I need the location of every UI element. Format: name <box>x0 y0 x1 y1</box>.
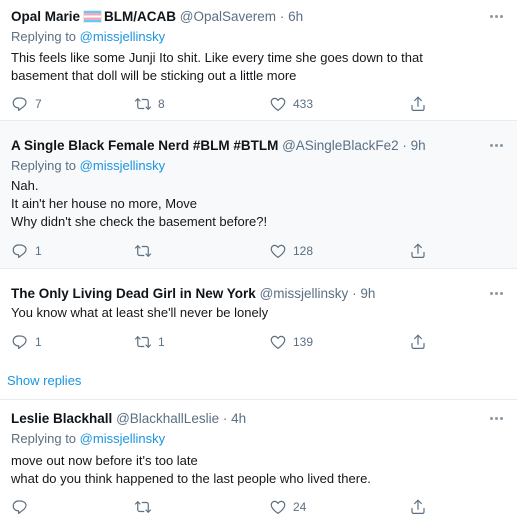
retweet-icon <box>134 498 152 516</box>
tweet-header: The Only Living Dead Girl in New York @m… <box>11 286 375 302</box>
show-replies-link[interactable]: Show replies <box>7 373 81 388</box>
replying-to-mention[interactable]: @missjellinsky <box>80 431 165 446</box>
tweet-header: Opal Marie BLM/ACAB @OpalSaverem · 6h <box>11 9 303 25</box>
reply-button[interactable]: 1 <box>11 241 42 261</box>
replying-to-mention[interactable]: @missjellinsky <box>80 158 165 173</box>
tweet-text: move out now before it's too late what d… <box>11 452 499 488</box>
author-name[interactable]: Opal Marie <box>11 9 80 24</box>
tweet-header: Leslie Blackhall @BlackhallLeslie · 4h <box>11 411 246 427</box>
reply-button[interactable] <box>11 497 35 517</box>
tweet-text-line: You know what at least she'll never be l… <box>11 305 269 320</box>
tweet-actions: 7 8 433 <box>11 94 517 114</box>
author-handle[interactable]: @ASingleBlackFe2 <box>282 138 399 153</box>
author-handle[interactable]: @BlackhallLeslie <box>116 411 219 426</box>
like-count: 128 <box>293 244 314 258</box>
replying-to-label: Replying to <box>11 431 77 446</box>
heart-icon <box>269 242 287 260</box>
separator: · <box>352 286 357 301</box>
like-button[interactable]: 128 <box>269 241 313 261</box>
tweet-text-line: It ain't her house no more, Move <box>11 196 198 211</box>
replying-to: Replying to @missjellinsky <box>11 431 165 447</box>
timestamp[interactable]: 4h <box>231 411 246 426</box>
like-count: 139 <box>293 335 314 349</box>
reply-count: 1 <box>35 244 42 258</box>
more-icon[interactable] <box>487 413 505 423</box>
like-button[interactable]: 24 <box>269 497 306 517</box>
tweet-text-line: This feels like some Junji Ito shit. Lik… <box>11 50 423 65</box>
timestamp[interactable]: 9h <box>411 138 426 153</box>
tweet-actions: 24 <box>11 497 517 517</box>
tweet-text-line: move out now before it's too late <box>11 453 198 468</box>
share-icon <box>409 333 427 351</box>
tweet[interactable]: Opal Marie BLM/ACAB @OpalSaverem · 6h Rep… <box>0 0 517 121</box>
tweet-text-line: Why didn't she check the basement before… <box>11 214 268 229</box>
like-count: 24 <box>293 500 307 514</box>
share-icon <box>409 95 427 113</box>
replying-to-label: Replying to <box>11 29 77 44</box>
like-button[interactable]: 433 <box>269 94 313 114</box>
separator: · <box>279 9 285 24</box>
retweet-icon <box>134 95 152 113</box>
retweet-button[interactable] <box>134 241 158 261</box>
author-name[interactable]: Leslie Blackhall <box>11 411 112 426</box>
reply-icon <box>11 333 29 351</box>
author-name[interactable]: A Single Black Female Nerd #BLM #BTLM <box>11 138 278 153</box>
retweet-button[interactable]: 8 <box>134 94 165 114</box>
retweet-button[interactable]: 1 <box>134 332 165 352</box>
share-button[interactable] <box>409 241 427 261</box>
like-button[interactable]: 139 <box>269 332 313 352</box>
like-count: 433 <box>293 97 314 111</box>
reply-icon <box>11 95 29 113</box>
separator: · <box>222 411 228 426</box>
tweet[interactable]: Leslie Blackhall @BlackhallLeslie · 4h R… <box>0 400 517 529</box>
tweet-actions: 1 128 <box>11 241 517 261</box>
reply-button[interactable]: 1 <box>11 332 42 352</box>
tweet-text-line: Nah. <box>11 178 39 193</box>
tweet-text-line: basement that doll will be sticking out … <box>11 68 297 83</box>
reply-icon <box>11 242 29 260</box>
author-name-suffix[interactable]: BLM/ACAB <box>104 9 176 24</box>
retweet-icon <box>134 242 152 260</box>
more-icon[interactable] <box>487 288 505 298</box>
retweet-button[interactable] <box>134 497 158 517</box>
author-handle[interactable]: @missjellinsky <box>260 286 349 301</box>
replying-to-mention[interactable]: @missjellinsky <box>80 29 165 44</box>
more-icon[interactable] <box>487 140 505 150</box>
tweet-header: A Single Black Female Nerd #BLM #BTLM @A… <box>11 138 426 154</box>
replying-to: Replying to @missjellinsky <box>11 29 165 45</box>
tweet-text: You know what at least she'll never be l… <box>11 304 499 322</box>
reply-button[interactable]: 7 <box>11 94 42 114</box>
share-icon <box>409 242 427 260</box>
retweet-count: 8 <box>158 97 165 111</box>
tweet-text: Nah. It ain't her house no more, Move Wh… <box>11 177 499 231</box>
tweet[interactable]: The Only Living Dead Girl in New York @m… <box>0 269 517 400</box>
heart-icon <box>269 95 287 113</box>
share-button[interactable] <box>409 94 427 114</box>
retweet-icon <box>134 333 152 351</box>
share-button[interactable] <box>409 497 427 517</box>
tweet-text: This feels like some Junji Ito shit. Lik… <box>11 49 499 85</box>
tweet-text-line: what do you think happened to the last p… <box>11 471 371 486</box>
timestamp[interactable]: 9h <box>360 286 375 301</box>
replying-to-label: Replying to <box>11 158 77 173</box>
heart-icon <box>269 333 287 351</box>
more-icon[interactable] <box>487 11 505 21</box>
separator: · <box>402 138 407 153</box>
reply-count: 1 <box>35 335 42 349</box>
reply-count: 7 <box>35 97 42 111</box>
tweet[interactable]: A Single Black Female Nerd #BLM #BTLM @A… <box>0 121 517 269</box>
author-name[interactable]: The Only Living Dead Girl in New York <box>11 286 256 301</box>
share-icon <box>409 498 427 516</box>
tweet-actions: 1 1 139 <box>11 332 517 352</box>
author-handle[interactable]: @OpalSaverem <box>180 9 276 24</box>
replying-to: Replying to @missjellinsky <box>11 158 165 174</box>
timestamp[interactable]: 6h <box>288 9 303 24</box>
retweet-count: 1 <box>158 335 165 349</box>
heart-icon <box>269 498 287 516</box>
transgender-flag-icon <box>84 11 102 22</box>
share-button[interactable] <box>409 332 427 352</box>
reply-icon <box>11 498 29 516</box>
